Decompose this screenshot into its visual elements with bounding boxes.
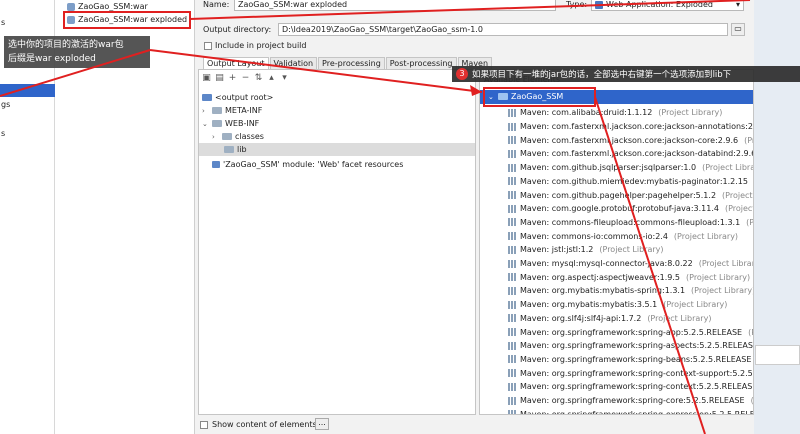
arrow-head-icon	[470, 85, 482, 96]
arrow-line-middle	[149, 49, 483, 93]
annotation-arrows	[0, 0, 751, 434]
arrow-line-left	[0, 49, 151, 97]
arrow-line-top	[189, 0, 751, 20]
arrow-line-bottom	[594, 96, 706, 434]
